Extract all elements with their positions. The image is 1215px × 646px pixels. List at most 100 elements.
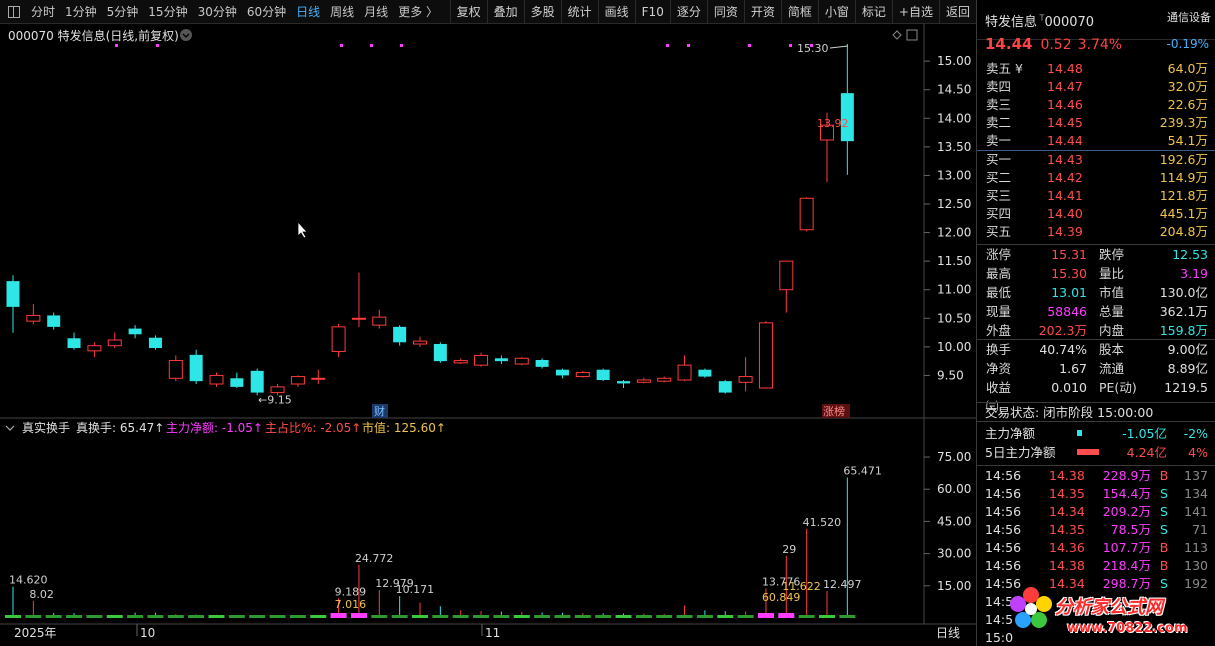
- stat-value: 1219.5: [1164, 380, 1208, 395]
- indicator-zzb: 主占比%: -2.05↑: [265, 420, 361, 435]
- turnover-label: 9.189: [335, 585, 367, 598]
- stat-value: 12.53: [1172, 247, 1208, 262]
- level-label: 卖一: [986, 133, 1012, 148]
- turnover-base: [696, 615, 713, 618]
- order-book-row[interactable]: 买三 14.41 121.8万: [977, 187, 1215, 205]
- vol-axis-label: 30.00: [937, 547, 971, 561]
- flow-bar: [1069, 443, 1109, 462]
- turnover-label: 10.171: [396, 583, 435, 596]
- candle: [575, 370, 590, 378]
- turnover-base: [86, 615, 103, 618]
- candle: [393, 325, 407, 346]
- order-book-row[interactable]: 买一 14.43 192.6万: [977, 151, 1215, 169]
- kline-chart[interactable]: 000070 特发信息(日线,前复权) 15.00 14.50 14.00 13.50…: [0, 0, 976, 646]
- order-book: 卖五 ¥ 14.48 64.0万 卖四 14.47 32.0万 卖三 14.46 22.6万 卖二…: [977, 60, 1215, 241]
- price-axis-label: 14.50: [937, 83, 971, 97]
- order-book-row[interactable]: 卖二 14.45 239.3万: [977, 114, 1215, 132]
- stat-value: 13.01: [1051, 285, 1087, 300]
- level-price: 14.42: [1047, 170, 1083, 185]
- industry-name[interactable]: 通信设备: [1167, 9, 1211, 25]
- flow-pct: -2%: [1183, 426, 1208, 441]
- tick-time: 14:56: [985, 504, 1022, 519]
- high-label: 15.30: [797, 42, 829, 55]
- stock-name[interactable]: 特发信息: [985, 15, 1037, 30]
- candle: [494, 355, 508, 364]
- stat-key: 内盘: [1099, 323, 1125, 338]
- order-book-row[interactable]: 买五 14.39 204.8万: [977, 223, 1215, 241]
- flow-bar: [1069, 424, 1109, 443]
- tick-count: 134: [1184, 486, 1208, 501]
- tick-count: 71: [1192, 522, 1208, 537]
- level-volume: 114.9万: [1159, 170, 1208, 185]
- stat-value: 3.19: [1180, 266, 1208, 281]
- level-volume: 445.1万: [1159, 206, 1208, 221]
- order-book-row[interactable]: 卖四 14.47 32.0万: [977, 78, 1215, 96]
- candle: [230, 372, 244, 388]
- tick-price: 14.36: [1049, 540, 1085, 555]
- turnover-highlight: [350, 613, 367, 618]
- stat-key: 流通: [1099, 361, 1125, 376]
- turnover-highlight: [757, 613, 774, 618]
- level-label: 买五: [986, 224, 1012, 239]
- level-label: 买四: [986, 206, 1012, 221]
- turnover-base: [574, 615, 591, 618]
- order-book-row[interactable]: 买二 14.42 114.9万: [977, 169, 1215, 187]
- level-label: 卖四: [986, 79, 1012, 94]
- stat-key: 换手: [986, 342, 1012, 357]
- logo-text: 分析家公式网: [1055, 597, 1163, 618]
- price-axis-label: 12.00: [937, 226, 971, 240]
- tick-count: 113: [1184, 540, 1208, 555]
- candle: [657, 376, 672, 383]
- vol-axis-label: 60.00: [937, 482, 971, 496]
- turnover-base: [45, 615, 62, 618]
- candle: [758, 321, 773, 389]
- turnover-base: [534, 615, 551, 618]
- stat-row: 最高 15.30 量比 3.19: [977, 264, 1215, 283]
- stat-value: 15.31: [1051, 247, 1087, 262]
- tick-price: 14.34: [1049, 504, 1085, 519]
- signal-dot: [340, 44, 343, 47]
- level-label: 卖二: [986, 115, 1012, 130]
- candle: [738, 357, 753, 392]
- order-book-row[interactable]: 买四 14.40 445.1万: [977, 205, 1215, 223]
- tick-time: 14:56: [985, 558, 1022, 573]
- tick-time: 14:56: [985, 522, 1022, 537]
- turnover-base: [839, 615, 856, 618]
- candle: [617, 380, 630, 388]
- candle: [474, 352, 489, 367]
- order-book-row[interactable]: 卖一 14.44 54.1万: [977, 132, 1215, 150]
- diamond-icon: [892, 30, 902, 40]
- stat-value: 362.1万: [1159, 304, 1208, 319]
- stat-row: 净资 1.67 流通 8.89亿: [977, 359, 1215, 378]
- turnover-base: [432, 615, 449, 618]
- level-volume: 54.1万: [1167, 133, 1208, 148]
- tick-direction: B: [1159, 558, 1169, 573]
- turnover-label: 24.772: [355, 552, 394, 565]
- level-volume: 121.8万: [1159, 188, 1208, 203]
- candle: [596, 368, 610, 382]
- stat-value: 15.30: [1051, 266, 1087, 281]
- turnover-label: 41.520: [803, 516, 842, 529]
- stat-value: 202.3万: [1038, 323, 1087, 338]
- level-price: 14.44: [1047, 133, 1083, 148]
- order-book-row[interactable]: 卖五 ¥ 14.48 64.0万: [977, 60, 1215, 78]
- candle: [535, 358, 549, 369]
- turnover-base: [188, 615, 205, 618]
- tick-count: 130: [1184, 558, 1208, 573]
- turnover-label: 65.471: [843, 464, 882, 477]
- stat-key: 收益㈢: [986, 380, 1012, 414]
- level-label: 卖五 ¥: [986, 61, 1023, 76]
- candle: [698, 368, 712, 378]
- candle: [128, 325, 142, 339]
- turnover-base: [269, 615, 286, 618]
- signal-dot: [666, 44, 669, 47]
- indicator-zhs: 真换手: 65.47↑: [76, 421, 164, 435]
- turnover-base: [798, 615, 815, 618]
- stat-key: 股本: [1099, 342, 1125, 357]
- turnover-base: [676, 615, 693, 618]
- indicator-collapse-icon: [5, 425, 15, 431]
- level-volume: 32.0万: [1167, 79, 1208, 94]
- order-book-row[interactable]: 卖三 14.46 22.6万: [977, 96, 1215, 114]
- candle: [555, 368, 569, 379]
- turnover-base: [147, 615, 164, 618]
